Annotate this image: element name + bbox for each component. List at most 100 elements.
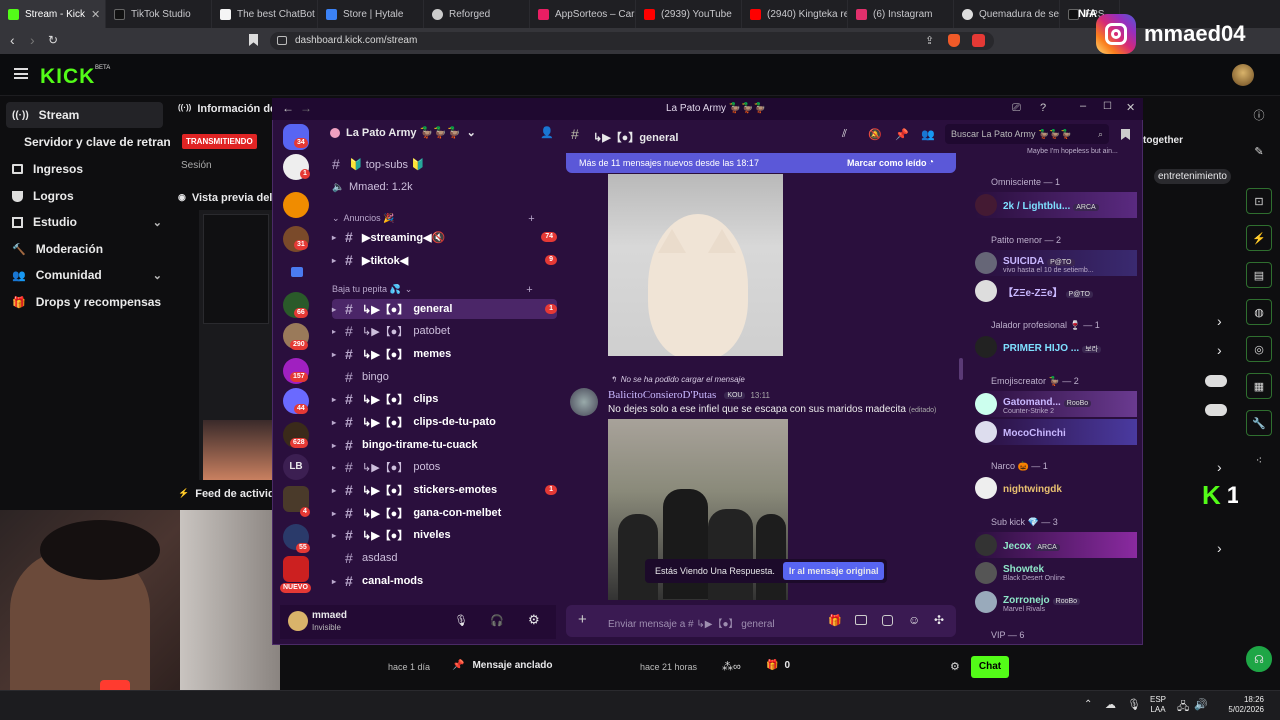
layout-icon[interactable]: ▦ — [1246, 373, 1272, 399]
inbox-bookmark-icon[interactable] — [1121, 129, 1130, 140]
tab-tiktok[interactable]: TikTok Studio — [106, 0, 212, 28]
sidebar-item-drops[interactable]: 🎁 Drops y recompensas — [12, 290, 162, 314]
cloud-icon[interactable]: ☁ — [1105, 698, 1116, 711]
member-item[interactable]: Gatomand... RooBo Counter-Strike 2 — [975, 391, 1137, 417]
chevron-down-icon[interactable]: ⌄ — [153, 269, 162, 282]
maximize-icon[interactable]: ☐ — [1103, 101, 1112, 112]
message-author[interactable]: BalicitoConsieroD'Putas — [608, 389, 716, 401]
chat-scrollbar[interactable] — [959, 358, 963, 380]
channel-potos[interactable]: ▸ # ↳▶【●】 potos — [332, 457, 557, 477]
headphones-icon[interactable]: 🎧 — [490, 614, 504, 627]
channel-general[interactable]: ▸ # ↳▶【●】 general 1 — [332, 299, 557, 319]
toggle-2[interactable] — [1205, 404, 1227, 416]
channel-stickers[interactable]: ▸ # ↳▶【●】 stickers-emotes 1 — [332, 480, 557, 500]
member-item[interactable]: 【ZΞe-ZΞe】 P@TO — [975, 278, 1137, 304]
channel-asdasd[interactable]: # asdasd — [332, 548, 557, 568]
channel-gana-con-melbet[interactable]: ▸ # ↳▶【●】 gana-con-melbet — [332, 503, 557, 523]
share-nodes-icon[interactable]: ⁖ — [1246, 447, 1272, 473]
share-icon[interactable]: ⇪ — [925, 34, 934, 47]
reaction-icon[interactable]: ⁂∞ — [722, 660, 741, 673]
forward-arrow-icon[interactable]: → — [300, 101, 312, 115]
user-avatar[interactable] — [288, 611, 308, 631]
member-item[interactable]: MocoChinchi — [975, 419, 1137, 445]
attach-plus-icon[interactable]: + — [578, 611, 587, 628]
reload-icon[interactable]: ↻ — [48, 33, 58, 47]
channel-streaming[interactable]: ▸ # ▶streaming◀🔇 74 — [332, 227, 557, 247]
chevron-down-icon[interactable]: ⌄ — [153, 216, 162, 229]
sidebar-item-comunidad[interactable]: 👥 Comunidad ⌄ — [12, 263, 162, 287]
channel-bingo-tirame[interactable]: ▸ # bingo-tirame-tu-cuack — [332, 435, 557, 455]
member-item[interactable]: nightwingdk — [975, 475, 1137, 501]
channel-clips[interactable]: ▸ # ↳▶【●】 clips — [332, 389, 557, 409]
support-icon[interactable]: ☊ — [1246, 646, 1272, 672]
wrench-icon[interactable]: 🔧 — [1246, 410, 1272, 436]
server-header[interactable]: La Pato Army 🦆🦆🦆 ⌄ 👤 — [330, 126, 554, 139]
close-window-icon[interactable]: ✕ — [1126, 101, 1135, 114]
channel-memes[interactable]: ▸ # ↳▶【●】 memes — [332, 344, 557, 364]
gif-icon[interactable] — [855, 615, 867, 625]
member-item[interactable]: Jecox ARCA — [975, 532, 1137, 558]
channel-bingo[interactable]: # bingo — [332, 367, 557, 387]
profile-avatar[interactable] — [1232, 64, 1254, 86]
tab-reforged[interactable]: Reforged — [424, 0, 530, 28]
sidebar-item-stream[interactable]: ((·)) Stream — [12, 103, 162, 127]
kick-logo[interactable]: KICK — [40, 65, 95, 89]
help-icon[interactable]: ? — [1040, 102, 1046, 114]
forward-icon[interactable]: › — [30, 32, 35, 48]
category-anuncios[interactable]: ⌄ Anuncios 🎉 + — [332, 213, 535, 225]
message-avatar[interactable] — [570, 388, 598, 416]
extension-icon[interactable] — [972, 34, 985, 47]
tab-hytale[interactable]: Store | Hytale — [318, 0, 424, 28]
toggle-1[interactable] — [1205, 375, 1227, 387]
sidebar-item-moderacion[interactable]: 🔨 Moderación — [12, 237, 162, 261]
channel-tiktok[interactable]: ▸ # ▶tiktok◀ 9 — [332, 250, 557, 270]
category-baja[interactable]: Baja tu pepita 💦 ⌄ + — [332, 284, 533, 296]
sidebar-item-logros[interactable]: Logros — [12, 184, 162, 208]
chevron-right-icon[interactable]: › — [1217, 540, 1222, 556]
target-icon[interactable]: ⊡ — [1246, 188, 1272, 214]
channel-mmaed-voice[interactable]: 🔈 Mmaed: 1.2k — [332, 177, 557, 197]
sticker-icon[interactable] — [882, 615, 893, 626]
add-member-icon[interactable]: 👤 — [540, 126, 554, 139]
bookmark-icon[interactable] — [249, 34, 258, 46]
channel-niveles[interactable]: ▸ # ↳▶【●】 niveles — [332, 525, 557, 545]
tray-chevron-up-icon[interactable]: ⌃ — [1084, 699, 1092, 710]
pencil-icon[interactable]: ✎ — [1246, 138, 1272, 164]
member-item[interactable]: 2k / Lightblu... ARCA — [975, 192, 1137, 218]
member-item[interactable]: SUICIDA P@TO vivo hasta el 10 de setiemb..… — [975, 250, 1137, 276]
chevron-right-icon[interactable]: › — [1217, 342, 1222, 358]
chat-bubble-icon[interactable]: ◍ — [1246, 299, 1272, 325]
url-field[interactable]: dashboard.kick.com/stream — [270, 32, 994, 50]
jump-to-original-button[interactable]: Ir al mensaje original — [782, 562, 885, 580]
tab-youtube-2[interactable]: (2940) Kingteka rea — [742, 0, 848, 28]
message-input[interactable]: + Enviar mensaje a # ↳▶【●】 general 🎁 ☺ ✣ — [566, 605, 956, 637]
brave-shield-icon[interactable] — [948, 34, 960, 47]
chat-send-button[interactable]: Chat — [971, 656, 1009, 678]
sidebar-item-estudio[interactable]: Estudio ⌄ — [12, 210, 162, 234]
minimize-icon[interactable]: – — [1080, 100, 1086, 112]
cat-image[interactable] — [608, 174, 783, 356]
channel-top-subs[interactable]: # 🔰 top-subs 🔰 — [332, 154, 557, 174]
folder-icon[interactable] — [291, 267, 303, 277]
back-arrow-icon[interactable]: ← — [282, 101, 294, 115]
document-icon[interactable]: ▤ — [1246, 262, 1272, 288]
gift-icon[interactable]: 🎁 — [828, 614, 842, 627]
tab-appsorteos[interactable]: AppSorteos – Cara — [530, 0, 636, 28]
channel-patobet[interactable]: ▸ # ↳▶【●】 patobet — [332, 321, 557, 341]
tab-instagram[interactable]: (6) Instagram — [848, 0, 954, 28]
broadcast-icon[interactable]: ◎ — [1246, 336, 1272, 362]
inbox-icon[interactable]: ⎚ — [1012, 102, 1021, 115]
stream-preview-video[interactable] — [199, 210, 272, 480]
chevron-right-icon[interactable]: › — [1217, 459, 1222, 475]
member-item[interactable]: Showtek Black Desert Online — [975, 560, 1137, 586]
close-tab-icon[interactable]: ✕ — [91, 8, 100, 21]
tab-youtube-1[interactable]: (2939) YouTube — [636, 0, 742, 28]
chat-settings-icon[interactable]: ⚙ — [950, 660, 960, 673]
server-lb[interactable]: LB — [283, 454, 309, 480]
settings-gear-icon[interactable]: ⚙ — [528, 612, 540, 628]
tab-chatbot[interactable]: The best ChatBot and — [212, 0, 318, 28]
microphone-icon[interactable]: 🎙 — [454, 614, 468, 627]
member-item[interactable]: Zorronejo RooBo Marvel Rivals — [975, 589, 1137, 615]
member-item[interactable]: PRIMER HIJO ... 보라 — [975, 334, 1137, 360]
back-icon[interactable]: ‹ — [10, 32, 15, 48]
